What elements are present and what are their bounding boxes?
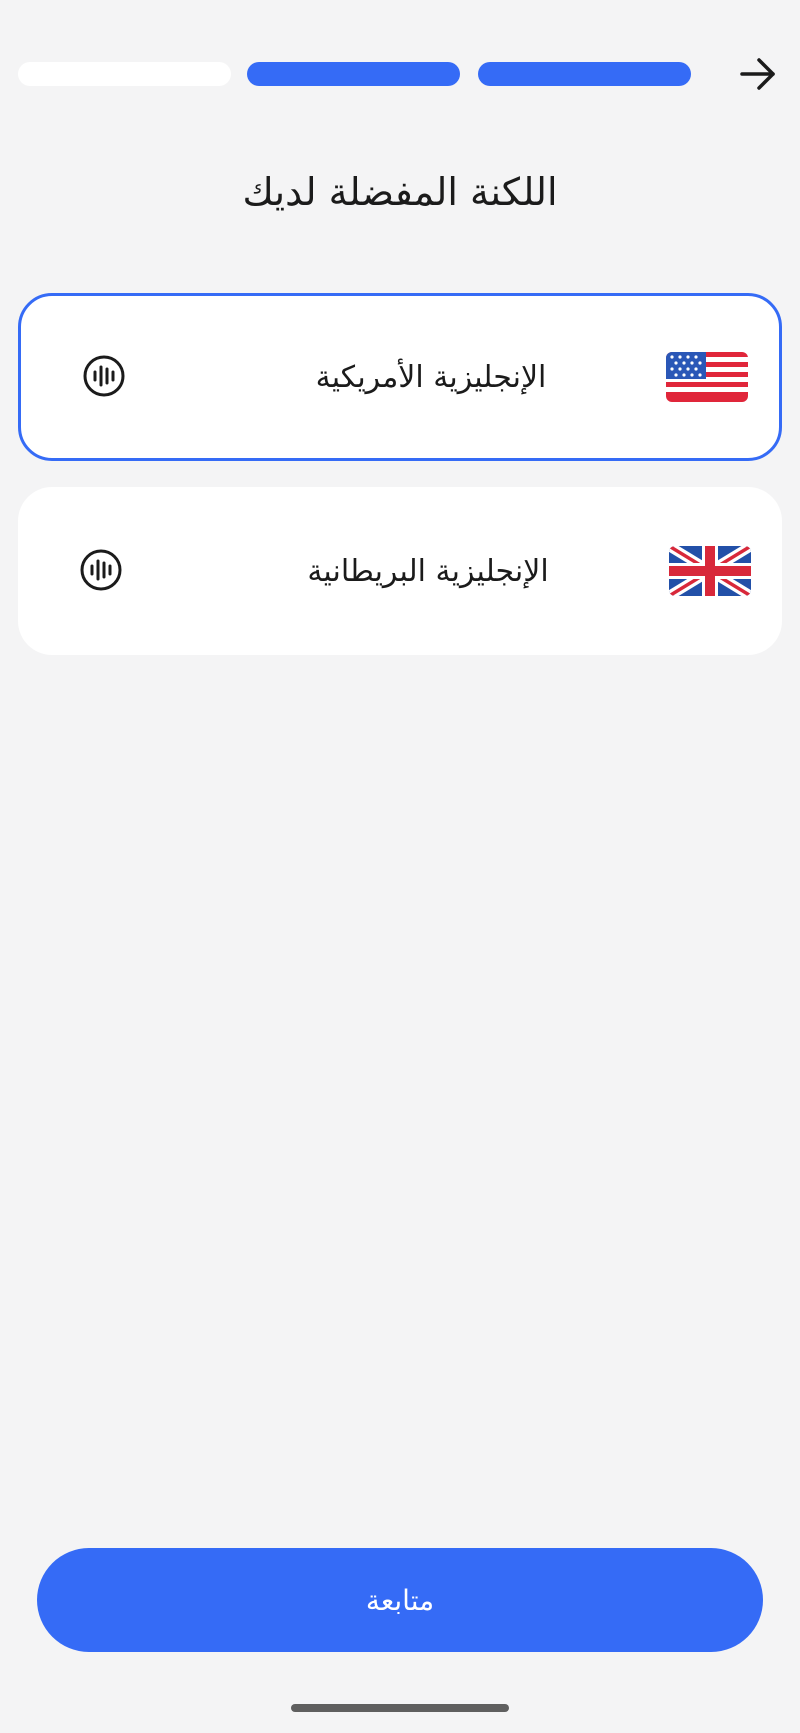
progress-step-2 xyxy=(247,62,460,86)
option-british-english[interactable]: الإنجليزية البريطانية xyxy=(18,487,782,655)
audio-wave-icon xyxy=(83,355,125,397)
uk-flag-icon xyxy=(669,546,751,596)
play-accent-button[interactable] xyxy=(80,549,122,591)
progress-bar xyxy=(18,60,782,90)
home-indicator xyxy=(291,1704,509,1712)
back-button[interactable] xyxy=(736,52,780,96)
continue-button[interactable]: متابعة xyxy=(37,1548,763,1652)
option-label: الإنجليزية الأمريكية xyxy=(315,359,547,395)
audio-wave-icon xyxy=(80,549,122,591)
progress-step-1 xyxy=(478,62,691,86)
arrow-right-icon xyxy=(740,58,775,90)
progress-step-3 xyxy=(18,62,231,86)
page-title: اللكنة المفضلة لديك xyxy=(242,170,558,214)
play-accent-button[interactable] xyxy=(83,355,125,397)
us-flag-icon xyxy=(666,352,748,402)
option-label: الإنجليزية البريطانية xyxy=(307,553,549,589)
option-american-english[interactable]: الإنجليزية الأمريكية xyxy=(18,293,782,461)
